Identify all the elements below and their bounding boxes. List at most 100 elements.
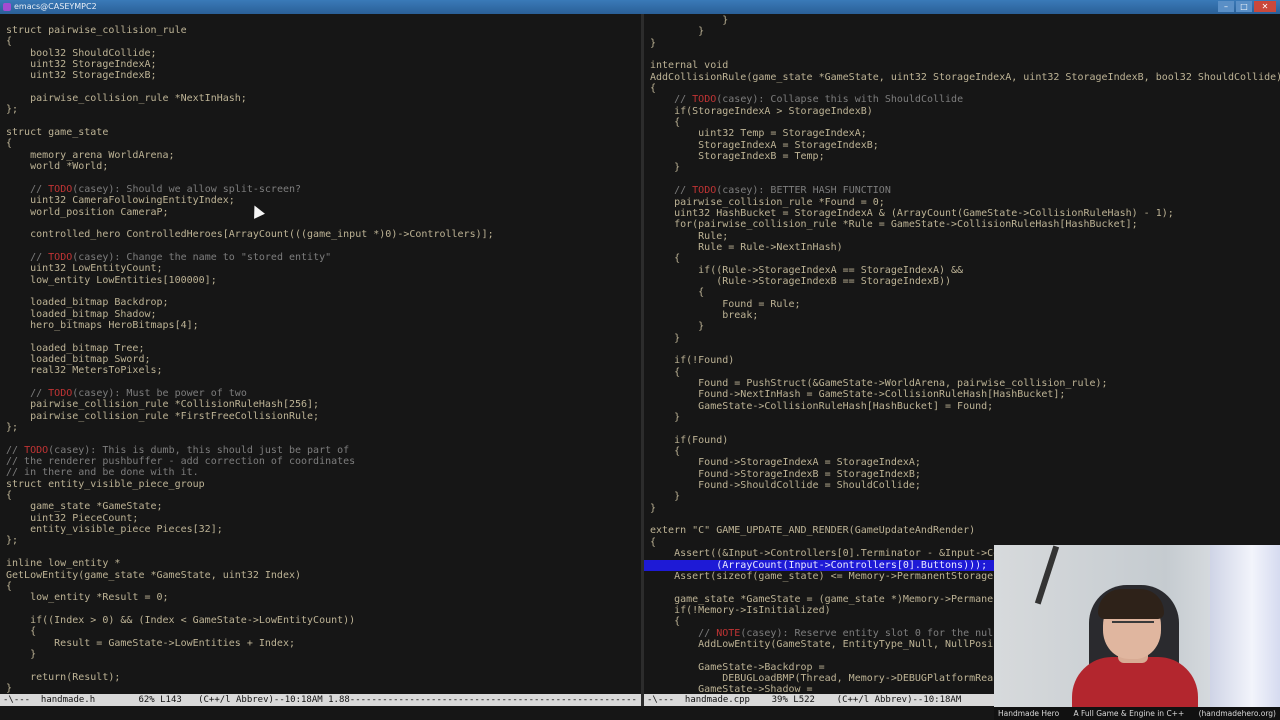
left-code-line[interactable] [0,660,641,671]
right-code-line[interactable]: } [644,503,1280,514]
left-code-line[interactable] [0,433,641,444]
right-code-line[interactable]: AddCollisionRule(game_state *GameState, … [644,72,1280,83]
right-code-line[interactable]: uint32 Temp = StorageIndexA; [644,128,1280,139]
left-code-line[interactable]: { [0,581,641,592]
right-code-line[interactable] [644,514,1280,525]
close-button[interactable]: ✕ [1254,1,1276,12]
right-code-line[interactable]: Rule = Rule->NextInHash) [644,242,1280,253]
right-code-line[interactable]: } [644,412,1280,423]
left-code-lines[interactable]: struct pairwise_collision_rule{ bool32 S… [0,14,641,694]
left-code-line[interactable] [0,331,641,342]
left-code-line[interactable]: hero_bitmaps HeroBitmaps[4]; [0,320,641,331]
right-code-line[interactable]: if(Found) [644,435,1280,446]
left-code-line[interactable]: world_position CameraP; [0,207,641,218]
left-code-line[interactable] [0,377,641,388]
right-code-line[interactable]: { [644,117,1280,128]
left-code-line[interactable]: { [0,490,641,501]
left-code-line[interactable]: bool32 ShouldCollide; [0,48,641,59]
right-code-line[interactable]: } [644,491,1280,502]
left-code-line[interactable]: loaded_bitmap Sword; [0,354,641,365]
right-code-line[interactable]: } [644,162,1280,173]
right-code-line[interactable]: break; [644,310,1280,321]
left-code-line[interactable]: // in there and be done with it. [0,467,641,478]
left-code-line[interactable]: uint32 CameraFollowingEntityIndex; [0,195,641,206]
right-code-line[interactable]: // TODO(casey): Collapse this with Shoul… [644,94,1280,105]
left-code-line[interactable]: GetLowEntity(game_state *GameState, uint… [0,570,641,581]
right-code-line[interactable]: pairwise_collision_rule *Found = 0; [644,197,1280,208]
left-code-line[interactable]: // TODO(casey): Must be power of two [0,388,641,399]
right-code-line[interactable]: GameState->CollisionRuleHash[HashBucket]… [644,401,1280,412]
right-code-line[interactable] [644,423,1280,434]
left-code-line[interactable]: low_entity *Result = 0; [0,592,641,603]
left-code-line[interactable]: loaded_bitmap Shadow; [0,309,641,320]
left-code-line[interactable]: inline low_entity * [0,558,641,569]
left-code-line[interactable] [0,218,641,229]
right-code-line[interactable]: for(pairwise_collision_rule *Rule = Game… [644,219,1280,230]
left-code-line[interactable]: }; [0,422,641,433]
left-code-line[interactable]: { [0,36,641,47]
left-code-line[interactable]: if((Index > 0) && (Index < GameState->Lo… [0,615,641,626]
left-code-line[interactable] [0,172,641,183]
left-code-line[interactable]: }; [0,104,641,115]
left-code-line[interactable]: low_entity LowEntities[100000]; [0,275,641,286]
left-code-line[interactable]: { [0,626,641,637]
left-code-line[interactable]: uint32 StorageIndexB; [0,70,641,81]
right-code-line[interactable]: { [644,287,1280,298]
right-code-line[interactable]: Found = Rule; [644,299,1280,310]
right-code-line[interactable]: { [644,446,1280,457]
left-code-line[interactable]: entity_visible_piece Pieces[32]; [0,524,641,535]
left-code-line[interactable]: { [0,138,641,149]
right-code-line[interactable]: } [644,333,1280,344]
left-code-line[interactable]: // TODO(casey): Should we allow split-sc… [0,184,641,195]
maximize-button[interactable]: □ [1236,1,1252,12]
left-code-line[interactable]: uint32 StorageIndexA; [0,59,641,70]
left-code-line[interactable]: loaded_bitmap Backdrop; [0,297,641,308]
right-code-line[interactable]: { [644,253,1280,264]
right-code-line[interactable]: } [644,15,1280,26]
left-code-line[interactable] [0,82,641,93]
left-code-line[interactable]: }; [0,535,641,546]
right-code-line[interactable]: extern "C" GAME_UPDATE_AND_RENDER(GameUp… [644,525,1280,536]
left-code-line[interactable]: game_state *GameState; [0,501,641,512]
right-code-line[interactable]: { [644,83,1280,94]
left-code-line[interactable]: pairwise_collision_rule *NextInHash; [0,93,641,104]
left-code-line[interactable] [0,241,641,252]
right-code-line[interactable]: Found->StorageIndexA = StorageIndexA; [644,457,1280,468]
right-code-line[interactable]: } [644,26,1280,37]
left-code-line[interactable]: // TODO(casey): Change the name to "stor… [0,252,641,263]
left-code-line[interactable]: // the renderer pushbuffer - add correct… [0,456,641,467]
right-code-line[interactable]: { [644,367,1280,378]
left-code-line[interactable] [0,547,641,558]
minimize-button[interactable]: – [1218,1,1234,12]
left-code-line[interactable]: // TODO(casey): This is dumb, this shoul… [0,445,641,456]
left-code-line[interactable]: Result = GameState->LowEntities + Index; [0,638,641,649]
left-code-line[interactable]: uint32 LowEntityCount; [0,263,641,274]
right-code-line[interactable]: Found->NextInHash = GameState->Collision… [644,389,1280,400]
right-code-line[interactable]: StorageIndexA = StorageIndexB; [644,140,1280,151]
right-code-line[interactable] [644,344,1280,355]
left-code-line[interactable]: loaded_bitmap Tree; [0,343,641,354]
left-code-line[interactable] [0,286,641,297]
right-code-line[interactable]: StorageIndexB = Temp; [644,151,1280,162]
editor-pane-left[interactable]: struct pairwise_collision_rule{ bool32 S… [0,14,641,694]
left-code-line[interactable]: struct pairwise_collision_rule [0,25,641,36]
right-code-line[interactable]: if((Rule->StorageIndexA == StorageIndexA… [644,265,1280,276]
left-code-line[interactable]: return(Result); [0,672,641,683]
right-code-line[interactable] [644,49,1280,60]
right-code-line[interactable]: Rule; [644,231,1280,242]
left-code-line[interactable]: controlled_hero ControlledHeroes[ArrayCo… [0,229,641,240]
right-code-line[interactable]: (Rule->StorageIndexB == StorageIndexB)) [644,276,1280,287]
right-code-line[interactable] [644,174,1280,185]
left-code-line[interactable]: memory_arena WorldArena; [0,150,641,161]
right-code-line[interactable]: internal void [644,60,1280,71]
left-code-line[interactable] [0,604,641,615]
left-code-line[interactable]: world *World; [0,161,641,172]
right-code-line[interactable]: Found->ShouldCollide = ShouldCollide; [644,480,1280,491]
right-code-line[interactable]: Found = PushStruct(&GameState->WorldAren… [644,378,1280,389]
left-code-line[interactable] [0,116,641,127]
left-code-line[interactable]: struct game_state [0,127,641,138]
right-code-line[interactable]: } [644,38,1280,49]
right-code-line[interactable]: uint32 HashBucket = StorageIndexA & (Arr… [644,208,1280,219]
left-code-line[interactable]: } [0,649,641,660]
left-code-line[interactable]: real32 MetersToPixels; [0,365,641,376]
